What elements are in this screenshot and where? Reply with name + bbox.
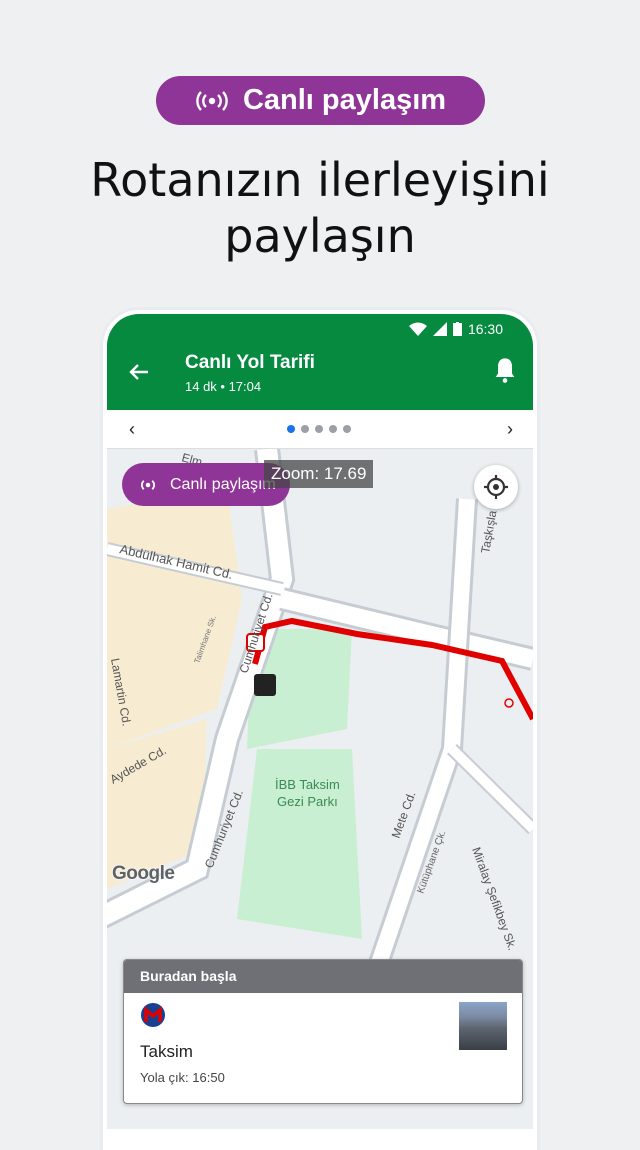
- pager-dot[interactable]: [343, 425, 351, 433]
- hero-title-line2: paylaşın: [224, 209, 416, 263]
- my-location-button[interactable]: [474, 465, 518, 509]
- hero-title: Rotanızın ilerleyişini paylaşın: [0, 152, 640, 264]
- start-sheet[interactable]: Buradan başla Taksim Yola çık: 16:50: [123, 959, 523, 1104]
- phone-frame: 16:30 Canlı Yol Tarifi 14 dk • 17:04 ‹ ›: [103, 310, 537, 1150]
- back-button[interactable]: [125, 358, 153, 386]
- app-bar-subtitle: 14 dk • 17:04: [185, 379, 262, 394]
- broadcast-icon: [196, 90, 228, 111]
- live-share-map-label: Canlı paylaşım: [170, 475, 276, 493]
- app-bar: 16:30 Canlı Yol Tarifi 14 dk • 17:04: [107, 314, 533, 410]
- broadcast-icon: [141, 479, 155, 490]
- metro-icon: [141, 1003, 165, 1027]
- status-bar: 16:30: [408, 321, 503, 337]
- google-logo: Google: [112, 863, 175, 884]
- bottom-strip: [107, 1129, 533, 1150]
- sheet-header: Buradan başla: [124, 960, 522, 993]
- pager-dot-active[interactable]: [287, 425, 295, 433]
- pager-dot[interactable]: [315, 425, 323, 433]
- place-name: Taksim: [140, 1042, 193, 1061]
- zoom-readout: Zoom: 17.69: [264, 460, 374, 488]
- next-step-button[interactable]: ›: [497, 416, 523, 442]
- departure-time: Yola çık: 16:50: [140, 1070, 225, 1085]
- signal-icon: [432, 322, 447, 336]
- battery-icon: [452, 322, 462, 336]
- map-view[interactable]: Elm Abdülhak Hamit Cd. Cumhuriyet Cd. Ta…: [107, 449, 533, 1129]
- wifi-icon: [408, 322, 427, 336]
- status-time: 16:30: [467, 321, 503, 337]
- live-share-label: Canlı paylaşım: [242, 84, 447, 116]
- hero-title-line1: Rotanızın ilerleyişini: [90, 153, 550, 207]
- pager-dot[interactable]: [301, 425, 309, 433]
- place-photo[interactable]: [459, 1002, 507, 1050]
- pager-dot[interactable]: [329, 425, 337, 433]
- previous-step-button[interactable]: ‹: [119, 416, 145, 442]
- bell-icon[interactable]: [491, 356, 519, 384]
- app-bar-title: Canlı Yol Tarifi: [185, 352, 315, 373]
- live-share-pill: Canlı paylaşım: [156, 76, 485, 125]
- crosshair-icon: [484, 475, 508, 499]
- pager-dots: [287, 425, 351, 433]
- arrow-left-icon: [129, 364, 148, 380]
- street-label: Gezi Parkı: [277, 794, 338, 809]
- street-label: İBB Taksim: [275, 777, 340, 792]
- step-pager: ‹ ›: [107, 410, 533, 449]
- exit-marker: [254, 674, 276, 696]
